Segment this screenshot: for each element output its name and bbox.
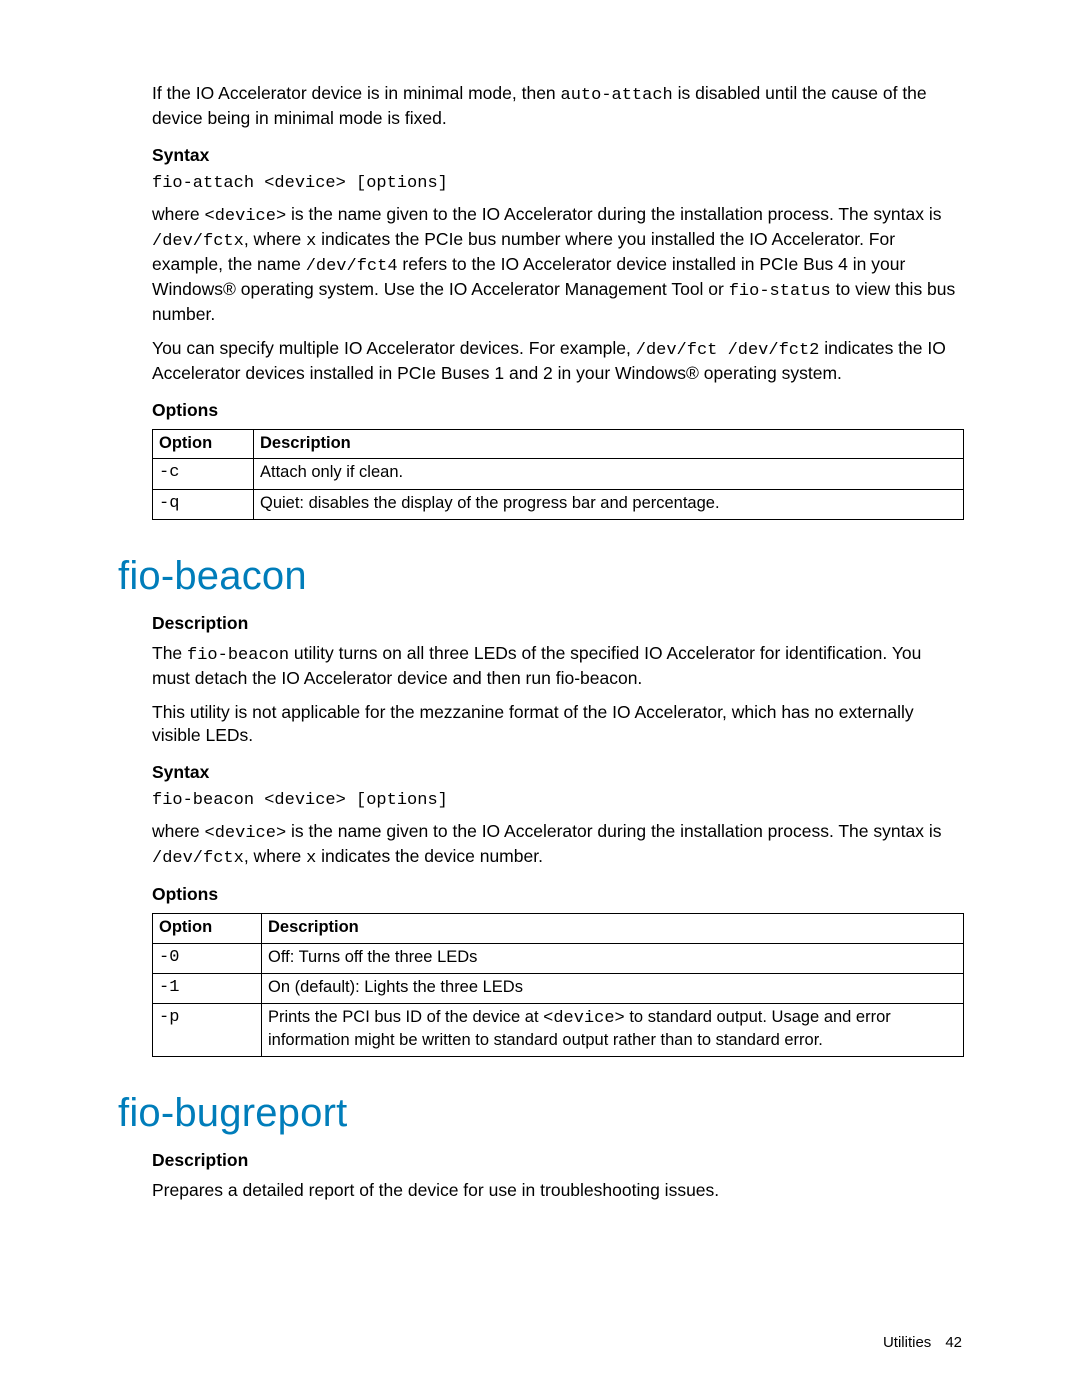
code-device: <device> [205, 207, 287, 226]
code-auto-attach: auto-attach [561, 86, 673, 105]
beacon-where-paragraph: where <device> is the name given to the … [152, 820, 962, 870]
code-dev-fct4: /dev/fct4 [306, 257, 398, 276]
text: is the name given to the IO Accelerator … [286, 821, 941, 841]
options-heading: Options [152, 884, 962, 905]
col-description: Description [262, 914, 964, 943]
options-heading: Options [152, 400, 962, 421]
code-fio-status: fio-status [729, 282, 831, 301]
text: The [152, 643, 187, 663]
col-description: Description [254, 430, 964, 459]
code-dev-fctx: /dev/fctx [152, 232, 244, 251]
desc-cell: Quiet: disables the display of the progr… [254, 489, 964, 519]
beacon-desc-p1: The fio-beacon utility turns on all thre… [152, 642, 962, 691]
description-heading: Description [152, 613, 962, 634]
code-dev-fctx: /dev/fctx [152, 849, 244, 868]
beacon-desc-p2: This utility is not applicable for the m… [152, 701, 962, 749]
text: , where [244, 229, 306, 249]
desc-cell: On (default): Lights the three LEDs [262, 973, 964, 1003]
table-row: -1 On (default): Lights the three LEDs [153, 973, 964, 1003]
syntax-heading: Syntax [152, 145, 962, 166]
section-heading-fio-bugreport: fio-bugreport [118, 1091, 962, 1136]
opt-cell: -q [153, 489, 254, 519]
table-header-row: Option Description [153, 914, 964, 943]
table-row: -q Quiet: disables the display of the pr… [153, 489, 964, 519]
text: is the name given to the IO Accelerator … [286, 204, 941, 224]
text: You can specify multiple IO Accelerator … [152, 338, 636, 358]
table-row: -p Prints the PCI bus ID of the device a… [153, 1004, 964, 1057]
beacon-options-table: Option Description -0 Off: Turns off the… [152, 913, 964, 1056]
page: If the IO Accelerator device is in minim… [0, 0, 1080, 1397]
col-option: Option [153, 430, 254, 459]
code-device: <device> [205, 824, 287, 843]
code-x: x [306, 849, 316, 868]
table-header-row: Option Description [153, 430, 964, 459]
syntax-heading: Syntax [152, 762, 962, 783]
opt-cell: -0 [153, 943, 262, 973]
section-heading-fio-beacon: fio-beacon [118, 554, 962, 599]
beacon-block: Description The fio-beacon utility turns… [152, 613, 962, 1057]
attach-options-table: Option Description -c Attach only if cle… [152, 429, 964, 520]
text: If the IO Accelerator device is in minim… [152, 83, 561, 103]
text: where [152, 821, 205, 841]
text: , where [244, 846, 306, 866]
table-row: -0 Off: Turns off the three LEDs [153, 943, 964, 973]
text: indicates the device number. [316, 846, 543, 866]
where-paragraph: where <device> is the name given to the … [152, 203, 962, 327]
code-device: <device> [543, 1009, 625, 1028]
description-heading: Description [152, 1150, 962, 1171]
multi-paragraph: You can specify multiple IO Accelerator … [152, 337, 962, 386]
code-x: x [306, 232, 316, 251]
bugreport-desc: Prepares a detailed report of the device… [152, 1179, 962, 1203]
footer-page-number: 42 [945, 1334, 962, 1351]
text: where [152, 204, 205, 224]
syntax-code: fio-attach <device> [options] [152, 174, 962, 193]
page-footer: Utilities 42 [883, 1334, 962, 1351]
desc-cell: Off: Turns off the three LEDs [262, 943, 964, 973]
intro-block: If the IO Accelerator device is in minim… [152, 82, 962, 520]
code-multi-dev: /dev/fct /dev/fct2 [636, 341, 820, 360]
footer-section: Utilities [883, 1334, 931, 1351]
col-option: Option [153, 914, 262, 943]
syntax-code: fio-beacon <device> [options] [152, 791, 962, 810]
text: Prints the PCI bus ID of the device at [268, 1008, 543, 1026]
intro-paragraph: If the IO Accelerator device is in minim… [152, 82, 962, 131]
desc-cell: Prints the PCI bus ID of the device at <… [262, 1004, 964, 1057]
opt-cell: -p [153, 1004, 262, 1057]
opt-cell: -1 [153, 973, 262, 1003]
bugreport-block: Description Prepares a detailed report o… [152, 1150, 962, 1203]
opt-cell: -c [153, 459, 254, 489]
desc-cell: Attach only if clean. [254, 459, 964, 489]
code-fio-beacon: fio-beacon [187, 646, 289, 665]
table-row: -c Attach only if clean. [153, 459, 964, 489]
